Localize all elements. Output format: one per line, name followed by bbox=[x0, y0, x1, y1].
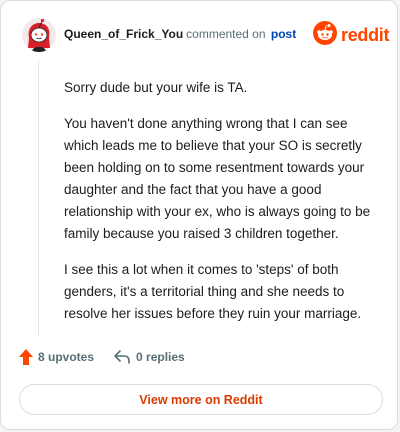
upvotes-button[interactable]: 8 upvotes bbox=[19, 349, 94, 365]
embedded-comment-card: Queen_of_Frick_You commented on post redd… bbox=[0, 0, 398, 430]
comment-paragraph: Sorry dude but your wife is TA. bbox=[64, 80, 248, 95]
comment-footer: 8 upvotes 0 replies bbox=[19, 349, 185, 365]
view-more-button[interactable]: View more on Reddit bbox=[19, 384, 383, 415]
reddit-wordmark: reddit bbox=[341, 25, 390, 45]
reddit-logo[interactable]: reddit bbox=[313, 21, 390, 50]
action-text: commented on bbox=[186, 27, 266, 41]
upvote-arrow-icon bbox=[19, 349, 33, 365]
post-link[interactable]: post bbox=[271, 27, 296, 41]
thread-line bbox=[38, 61, 39, 336]
comment-body: Sorry dude but your wife is TA. You have… bbox=[64, 77, 376, 339]
replies-button[interactable]: 0 replies bbox=[114, 350, 185, 364]
comment-header: Queen_of_Frick_You commented on post bbox=[64, 27, 296, 41]
replies-count: 0 replies bbox=[136, 350, 185, 364]
comment-paragraph: I see this a lot when it comes to 'steps… bbox=[64, 262, 362, 321]
snoo-avatar-icon[interactable] bbox=[22, 18, 56, 52]
reply-arrow-icon bbox=[114, 350, 130, 364]
reddit-alien-icon bbox=[313, 21, 337, 50]
comment-paragraph: You haven't done anything wrong that I c… bbox=[64, 116, 371, 241]
upvotes-count: 8 upvotes bbox=[38, 350, 95, 364]
username-link[interactable]: Queen_of_Frick_You bbox=[64, 27, 183, 41]
